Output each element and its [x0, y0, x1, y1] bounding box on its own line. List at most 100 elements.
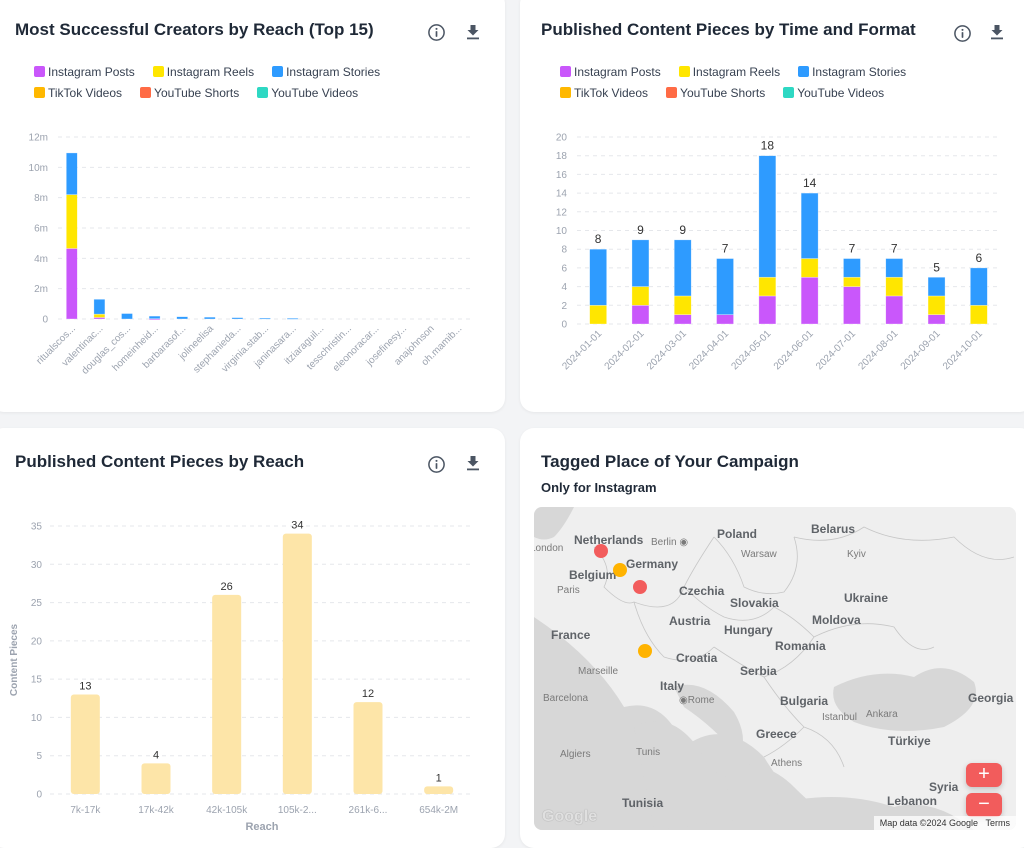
creators-download-button[interactable] [462, 21, 484, 43]
map-marker-germany-southwest[interactable] [633, 580, 647, 594]
legend-item-instagram-reels[interactable]: Instagram Reels [152, 65, 254, 79]
bar-segment [673, 239, 692, 297]
legend-label: YouTube Videos [271, 85, 359, 100]
map-label-poland: Poland [717, 527, 758, 541]
legend-label: Instagram Reels [692, 64, 781, 79]
legend-item-youtube-videos[interactable]: YouTube Videos [783, 86, 884, 100]
legend-label: Instagram Posts [574, 64, 661, 79]
time-format-download-button[interactable] [986, 21, 1008, 43]
map-city-barcelona: Barcelona [543, 693, 589, 704]
map-city-paris: Paris [557, 585, 580, 596]
x-tick-label: 2024-09-01 [899, 328, 943, 372]
x-tick-label: 17k-42k [138, 805, 175, 816]
y-tick-label: 0 [36, 790, 42, 801]
bar-segment [885, 295, 904, 325]
map-label-lebanon: Lebanon [887, 794, 937, 808]
reach-chart-title: Published Content Pieces by Reach [15, 452, 305, 471]
reach-download-button[interactable] [462, 452, 484, 474]
legend-item-tiktok-videos[interactable]: TikTok Videos [34, 86, 122, 100]
download-icon [467, 456, 479, 471]
map-zoom-in-button[interactable]: + [966, 763, 1002, 787]
map-label-moldova: Moldova [812, 613, 861, 627]
bar-total-label: 9 [679, 223, 686, 237]
map-city-kyiv: Kyiv [847, 549, 866, 560]
map-city-warsaw: Warsaw [741, 549, 777, 560]
map-city-athens: Athens [771, 758, 803, 769]
bar-segment [631, 305, 650, 325]
bar-segment [758, 295, 777, 325]
map-city-istanbul: Istanbul [822, 712, 858, 723]
map-marker-northern-italy[interactable] [638, 644, 652, 658]
y-tick-label: 2 [561, 301, 567, 312]
x-tick-label: 2024-01-01 [560, 328, 604, 372]
map-view[interactable]: Netherlands Berlin ◉ Germany Belgium Pol… [534, 507, 1016, 830]
map-label-belgium: Belgium [569, 568, 617, 582]
map-label-ukraine: Ukraine [844, 591, 889, 605]
map-city-ankara: Ankara [866, 709, 898, 720]
legend-label: YouTube Shorts [680, 85, 766, 100]
legend-label: Instagram Posts [48, 64, 135, 79]
map-label-serbia: Serbia [740, 664, 777, 678]
map-city-tunis: Tunis [636, 747, 661, 758]
map-terms-link[interactable]: Terms [986, 818, 1011, 828]
bar-segment [927, 314, 946, 325]
map-marker-netherlands[interactable] [594, 544, 608, 558]
creators-chart: 02m4m6m8m10m12mritualscos...valentinac..… [29, 133, 472, 377]
bar-total-label: 8 [595, 232, 602, 246]
bar-value-label: 4 [153, 749, 159, 761]
bar-segment [231, 317, 244, 320]
legend-item-instagram-posts[interactable]: Instagram Posts [34, 65, 135, 79]
bar-segment [843, 286, 861, 325]
legend-item-youtube-videos[interactable]: YouTube Videos [257, 86, 358, 100]
bar-segment [800, 192, 819, 259]
bar-segment [286, 318, 299, 320]
y-tick-label: 4 [561, 282, 567, 293]
y-tick-label: 10m [29, 163, 48, 174]
y-tick-label: 18 [556, 151, 568, 162]
map-city-rome: ◉Rome [679, 695, 715, 706]
bar-segment [970, 305, 988, 325]
bar-segment [716, 314, 734, 325]
download-icon [991, 25, 1003, 40]
google-logo: Google [542, 808, 598, 825]
x-tick-label: 105k-2... [278, 805, 317, 816]
info-icon [427, 23, 445, 41]
y-tick-label: 10 [556, 226, 568, 237]
bar [70, 694, 100, 794]
bar-segment [970, 267, 988, 306]
reach-info-button[interactable] [425, 453, 447, 475]
legend-item-instagram-posts[interactable]: Instagram Posts [560, 65, 661, 79]
reach-chart: 0 5 10 15 20 25 30 35 13 7k-17k 4 17k-42k 26 42k-105k… [9, 520, 474, 833]
creators-info-button[interactable] [425, 21, 447, 43]
creators-chart-title: Most Successful Creators by Reach (Top 1… [15, 20, 374, 39]
bar-segment [800, 276, 819, 325]
map-label-greece: Greece [756, 727, 797, 741]
legend-item-youtube-shorts[interactable]: YouTube Shorts [140, 86, 239, 100]
legend-item-instagram-reels[interactable]: Instagram Reels [678, 64, 781, 79]
time-format-info-button[interactable] [951, 22, 973, 44]
y-tick-label: 0 [42, 315, 48, 326]
map-zoom-out-button[interactable]: − [966, 793, 1002, 817]
bar-total-label: 18 [761, 139, 775, 153]
map-marker-belgium-germany[interactable] [613, 563, 627, 577]
bar-total-label: 7 [891, 242, 898, 256]
map-label-georgia: Georgia [968, 691, 1014, 705]
bar-segment [121, 313, 133, 320]
map-label-netherlands: Netherlands [574, 533, 644, 547]
legend-label: TikTok Videos [48, 85, 123, 100]
map-label-syria: Syria [929, 780, 959, 794]
map-city-marseille: Marseille [578, 666, 619, 677]
legend-swatch [34, 66, 45, 77]
x-tick-label: 2024-02-01 [603, 328, 647, 372]
legend-item-tiktok-videos[interactable]: TikTok Videos [560, 86, 648, 100]
map-card-subtitle: Only for Instagram [541, 480, 657, 495]
map-label-belarus: Belarus [811, 522, 856, 536]
legend-swatch [34, 87, 45, 98]
bar-value-label: 1 [436, 772, 442, 784]
map-city-london: London [534, 543, 564, 554]
legend-item-youtube-shorts[interactable]: YouTube Shorts [666, 86, 765, 100]
legend-item-instagram-stories[interactable]: Instagram Stories [798, 65, 906, 79]
bar [424, 786, 454, 794]
bar-segment [589, 305, 607, 325]
legend-item-instagram-stories[interactable]: Instagram Stories [272, 65, 380, 79]
